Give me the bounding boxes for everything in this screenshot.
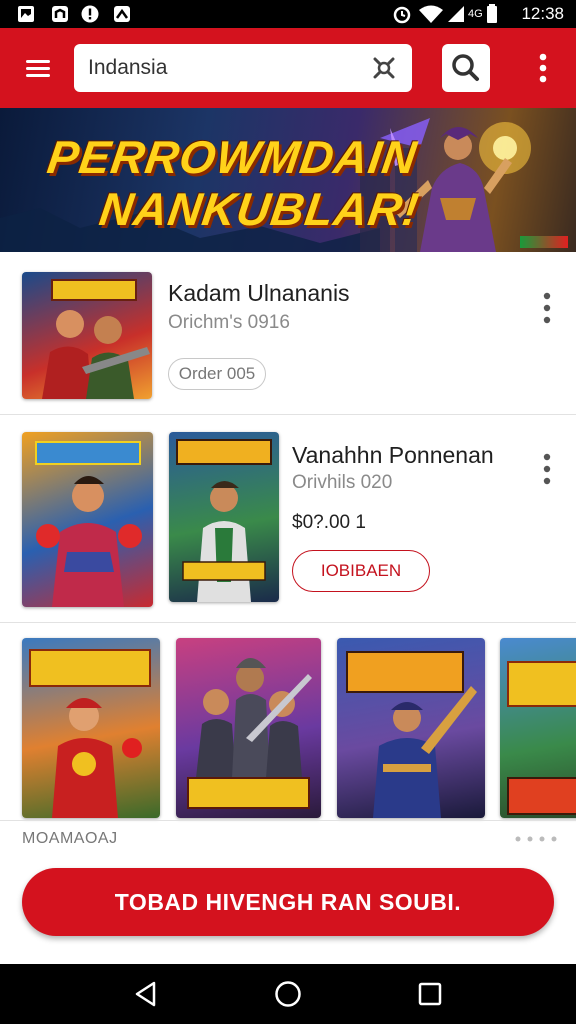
carousel-artwork-1: [29, 649, 151, 818]
item2-subtitle: Orivhils 020: [292, 472, 393, 493]
image-notification-icon: [18, 6, 34, 22]
carousel-card-1[interactable]: [22, 638, 160, 818]
network-type-label: 4G: [468, 8, 483, 20]
alarm-icon: [393, 6, 411, 24]
app-bar: [0, 28, 576, 108]
banner-headline-line1: PERROWMDAIN: [44, 131, 421, 183]
item2-artwork-b: [176, 439, 272, 602]
item2-more-button[interactable]: [537, 450, 557, 490]
carousel-artwork-2: [187, 658, 312, 809]
item1-title[interactable]: Kadam Ulnananis: [168, 280, 350, 307]
list-divider: [0, 414, 576, 415]
item1-action-button[interactable]: Order 005: [168, 358, 266, 390]
menu-button[interactable]: [20, 50, 56, 86]
item2-artwork-a: [35, 441, 142, 607]
more-vert-icon: [543, 453, 551, 485]
recents-icon: [418, 982, 442, 1006]
item1-artwork: [42, 279, 150, 399]
search-button[interactable]: [442, 44, 490, 92]
hamburger-icon: [26, 60, 50, 77]
primary-cta-button[interactable]: TOBAD HIVENGH RAN SOUBI.: [22, 868, 554, 936]
banner-headline-line2: NANKUBLAR!: [96, 183, 423, 235]
search-icon: [452, 54, 479, 81]
carousel-artwork-3: [346, 651, 477, 818]
item1-thumbnail[interactable]: [22, 272, 152, 399]
system-nav-bar: [0, 964, 576, 1024]
wifi-icon: [419, 5, 443, 23]
item1-subtitle: Orichm's 0916: [168, 312, 290, 333]
item2-price: $0?.00 1: [292, 512, 366, 533]
battery-icon: [487, 4, 497, 23]
clear-search-button[interactable]: [370, 54, 398, 82]
nav-recents-button[interactable]: [414, 978, 446, 1010]
item2-thumbnail-b[interactable]: [169, 432, 279, 602]
carousel-card-2[interactable]: [176, 638, 321, 818]
section-label: MOAMAOAJ: [22, 830, 118, 847]
search-box: [74, 44, 412, 92]
clock: 12:38: [521, 4, 564, 23]
app-notification-icon: [52, 6, 68, 22]
promo-banner[interactable]: PERROWMDAIN NANKUBLAR!: [0, 108, 576, 252]
item2-thumbnail-a[interactable]: [22, 432, 153, 607]
carousel-card-3[interactable]: [337, 638, 485, 818]
banner-badge: [520, 236, 568, 248]
clear-icon: [373, 57, 395, 79]
home-icon: [275, 981, 301, 1007]
search-input[interactable]: [88, 44, 358, 92]
signal-icon: [448, 6, 464, 22]
nav-back-button[interactable]: [130, 978, 162, 1010]
overflow-menu-button[interactable]: [530, 48, 556, 88]
nav-home-button[interactable]: [272, 978, 304, 1010]
download-notification-icon: [114, 6, 130, 22]
more-vert-icon: [539, 53, 547, 83]
status-bar: 4G 12:38: [0, 0, 576, 28]
list-divider: [0, 622, 576, 623]
item1-more-button[interactable]: [537, 289, 557, 329]
carousel-artwork-4: [507, 661, 576, 815]
alert-notification-icon: [81, 5, 99, 23]
back-icon: [135, 981, 156, 1007]
carousel-card-4[interactable]: [500, 638, 576, 818]
more-horiz-icon[interactable]: [514, 836, 558, 842]
item2-action-button[interactable]: IOBIBAEN: [292, 550, 430, 592]
item2-title[interactable]: Vanahhn Ponnenan: [292, 442, 494, 469]
more-vert-icon: [543, 292, 551, 324]
list-divider: [0, 820, 576, 821]
